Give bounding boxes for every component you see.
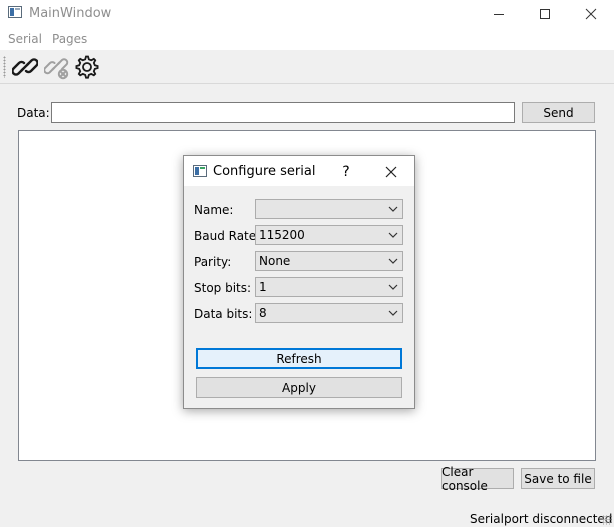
configure-serial-dialog: Configure serial ? Name: Baud Rate: 1152…	[183, 155, 415, 409]
close-icon	[385, 166, 397, 178]
name-combobox[interactable]	[255, 199, 403, 219]
chevron-down-icon	[388, 310, 398, 316]
app-window-icon	[8, 6, 22, 18]
parity-value: None	[259, 254, 291, 268]
size-grip[interactable]	[602, 515, 612, 525]
stop-bits-label: Stop bits:	[194, 281, 252, 295]
chevron-down-icon	[388, 258, 398, 264]
close-window-button[interactable]	[568, 0, 614, 28]
dialog-window-icon	[193, 165, 207, 177]
baud-rate-combobox[interactable]: 115200	[255, 225, 403, 245]
apply-button[interactable]: Apply	[196, 377, 402, 398]
minimize-icon	[494, 14, 504, 15]
menu-bar: Serial Pages	[0, 28, 614, 51]
refresh-button[interactable]: Refresh	[196, 348, 402, 369]
title-bar: MainWindow	[0, 0, 614, 28]
dialog-title: Configure serial	[213, 164, 316, 179]
chevron-down-icon	[388, 284, 398, 290]
disconnect-link-icon[interactable]	[43, 54, 70, 80]
name-label: Name:	[194, 203, 234, 217]
maximize-icon	[540, 9, 550, 19]
chevron-down-icon	[388, 232, 398, 238]
stop-bits-value: 1	[259, 280, 267, 294]
chevron-down-icon	[388, 206, 398, 212]
maximize-button[interactable]	[522, 0, 568, 28]
save-to-file-button[interactable]: Save to file	[521, 468, 595, 489]
parity-label: Parity:	[194, 255, 232, 269]
data-bits-value: 8	[259, 306, 267, 320]
toolbar	[0, 50, 614, 84]
connect-link-icon[interactable]	[11, 54, 39, 80]
baud-rate-value: 115200	[259, 228, 305, 242]
parity-combobox[interactable]: None	[255, 251, 403, 271]
baud-rate-label: Baud Rate:	[194, 229, 261, 243]
menu-serial[interactable]: Serial	[8, 32, 42, 46]
window-title: MainWindow	[29, 6, 112, 21]
data-bits-combobox[interactable]: 8	[255, 303, 403, 323]
dialog-title-bar: Configure serial ?	[184, 156, 414, 186]
stop-bits-combobox[interactable]: 1	[255, 277, 403, 297]
status-text: Serialport disconnected	[470, 512, 613, 526]
data-label: Data:	[17, 106, 50, 120]
close-icon	[585, 8, 597, 20]
data-bits-label: Data bits:	[194, 307, 253, 321]
toolbar-drag-handle[interactable]	[3, 56, 6, 78]
settings-gear-icon[interactable]	[74, 54, 100, 80]
clear-console-button[interactable]: Clear console	[441, 465, 514, 493]
dialog-help-button[interactable]: ?	[336, 162, 356, 182]
menu-pages[interactable]: Pages	[52, 32, 87, 46]
data-input[interactable]	[51, 102, 515, 123]
send-button[interactable]: Send	[522, 102, 595, 123]
dialog-close-button[interactable]	[380, 161, 402, 183]
minimize-button[interactable]	[476, 0, 522, 28]
